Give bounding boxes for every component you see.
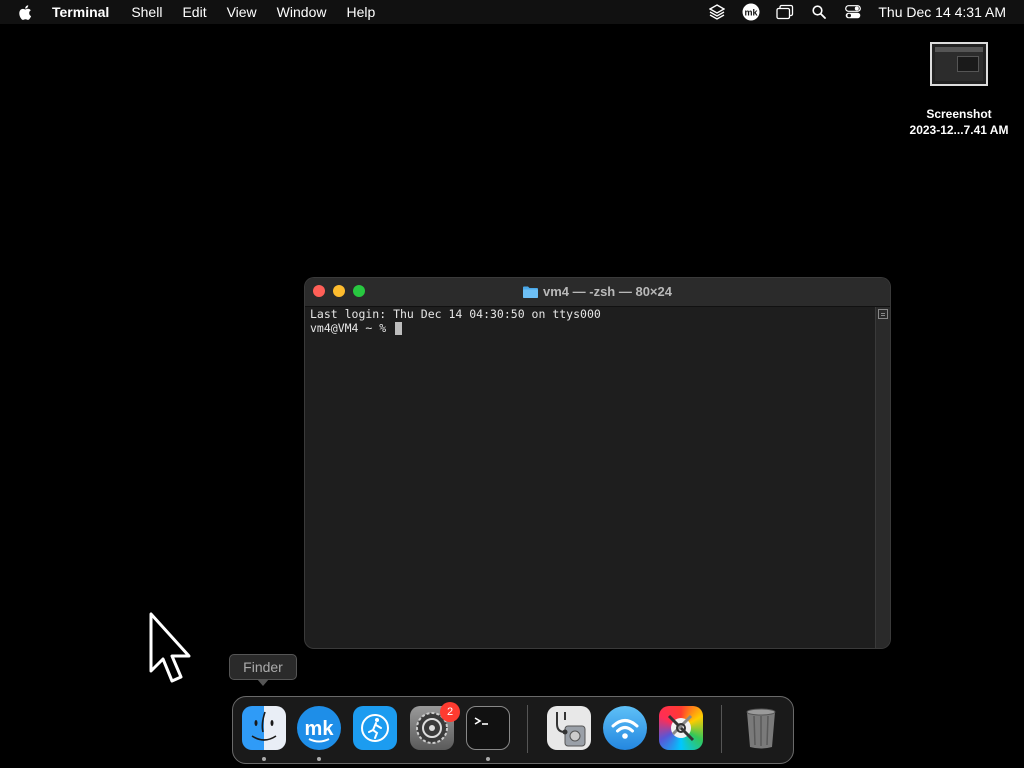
- terminal-content[interactable]: Last login: Thu Dec 14 04:30:50 on ttys0…: [305, 307, 875, 648]
- menu-window[interactable]: Window: [277, 4, 327, 20]
- desktop-file-label: Screenshot 2023-12...7.41 AM: [909, 107, 1009, 137]
- running-indicator: [317, 757, 321, 761]
- status-area: mk Thu Dec 14 4:31 AM: [708, 0, 1024, 24]
- menu-help[interactable]: Help: [346, 4, 375, 20]
- text-cursor: [395, 322, 403, 335]
- layers-icon[interactable]: [708, 3, 726, 21]
- mk-icon[interactable]: mk: [742, 3, 760, 21]
- svg-text:mk: mk: [305, 718, 335, 740]
- spotlight-search-icon[interactable]: [810, 3, 828, 21]
- terminal-window: vm4 — -zsh — 80×24 Last login: Thu Dec 1…: [305, 278, 890, 648]
- control-center-icon[interactable]: [844, 3, 862, 21]
- folder-icon: [523, 286, 538, 298]
- menu-shell[interactable]: Shell: [131, 4, 162, 20]
- split-pane-icon[interactable]: [878, 309, 888, 319]
- terminal-line: Last login: Thu Dec 14 04:30:50 on ttys0…: [310, 307, 601, 321]
- menu-view[interactable]: View: [227, 4, 257, 20]
- apple-menu-icon[interactable]: [18, 4, 34, 20]
- terminal-app-icon[interactable]: [466, 706, 510, 750]
- screen-mirroring-icon[interactable]: [776, 3, 794, 21]
- svg-text:mk: mk: [745, 8, 759, 18]
- window-title: vm4 — -zsh — 80×24: [305, 284, 890, 299]
- desktop-screenshot-file[interactable]: Screenshot 2023-12...7.41 AM: [900, 42, 1018, 138]
- dock-separator: [721, 705, 722, 753]
- terminal-titlebar[interactable]: vm4 — -zsh — 80×24: [305, 278, 890, 307]
- mk-app-icon[interactable]: mk: [297, 706, 341, 750]
- finder-icon[interactable]: [242, 706, 286, 750]
- system-settings-icon[interactable]: 2: [410, 702, 460, 750]
- notification-badge: 2: [440, 702, 460, 722]
- running-indicator: [262, 757, 266, 761]
- menu-app-name[interactable]: Terminal: [52, 4, 109, 20]
- menu-edit[interactable]: Edit: [182, 4, 206, 20]
- dock: mk 2: [232, 696, 794, 764]
- colorsync-icon[interactable]: [659, 706, 703, 750]
- disk-utility-icon[interactable]: [547, 706, 591, 750]
- mouse-pointer-icon: [149, 612, 191, 683]
- dock-separator: [527, 705, 528, 753]
- runner-app-icon[interactable]: [353, 706, 397, 750]
- trash-icon[interactable]: [739, 706, 783, 750]
- dock-tooltip: Finder: [229, 654, 297, 686]
- menu-bar: Terminal Shell Edit View Window Help mk …: [0, 0, 1024, 24]
- scrollbar[interactable]: [875, 307, 890, 648]
- menu-clock[interactable]: Thu Dec 14 4:31 AM: [878, 4, 1006, 20]
- wifi-app-icon[interactable]: [603, 706, 647, 750]
- terminal-prompt-line: vm4@VM4 ~ %: [310, 321, 870, 335]
- screenshot-thumbnail: [930, 42, 988, 86]
- running-indicator: [486, 757, 490, 761]
